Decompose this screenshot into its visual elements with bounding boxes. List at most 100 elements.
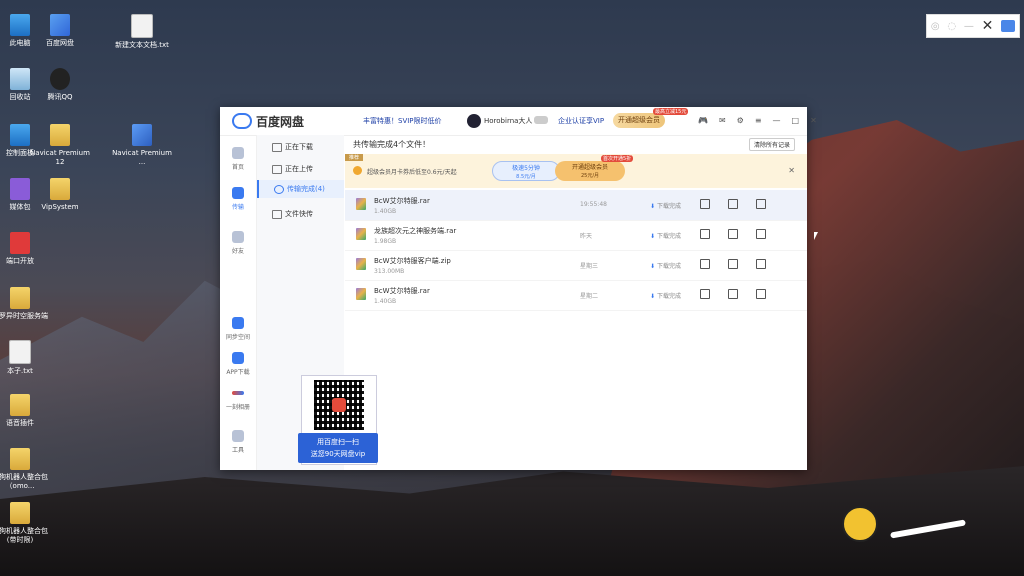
port-icon: [10, 232, 30, 254]
file-icon[interactable]: [700, 259, 710, 269]
record-icon[interactable]: [1001, 20, 1016, 32]
download-done-icon: ⬇: [650, 293, 656, 300]
folder-icon: [10, 502, 30, 524]
folder-icon: [10, 448, 30, 470]
folder-icon[interactable]: [728, 259, 738, 269]
vip-badge: [534, 116, 548, 124]
folder-icon[interactable]: [728, 229, 738, 239]
sidebar-item-home[interactable]: 首页: [220, 147, 256, 171]
grid-icon: [232, 430, 244, 442]
mouse-cursor: [814, 232, 818, 240]
archive-file-icon: [356, 198, 366, 210]
download-done-icon: ⬇: [650, 203, 656, 210]
window-controls: 🎮 ✉ ⚙ ≡ — □ ✕: [698, 116, 817, 125]
clear-records-button[interactable]: 清除所有记录: [748, 138, 795, 151]
qq-penguin-icon: [50, 68, 70, 90]
close-icon[interactable]: ✕: [788, 166, 795, 175]
desktop-icon-qq[interactable]: 腾讯QQ: [30, 68, 90, 102]
friends-icon: [232, 231, 244, 243]
promo-link[interactable]: 丰富特惠！SVIP限时低价: [363, 116, 442, 126]
cloud-logo-icon: [232, 113, 252, 129]
sidebar-item-app[interactable]: APP下载: [220, 352, 256, 376]
desktop-icon-server[interactable]: 斗罗异时空服务端: [0, 287, 50, 321]
minimize-icon[interactable]: —: [964, 21, 974, 32]
folder-icon: [50, 124, 70, 146]
enterprise-link[interactable]: 企业认证享VIP: [558, 116, 604, 126]
desktop-icon-vipsystem[interactable]: VipSystem: [30, 178, 90, 212]
cloud-icon: [232, 147, 244, 159]
transfer-nav: 正在下载 正在上传 传输完成(4) 文件快传 用百度扫一扫 送您90天网盘vip: [257, 135, 378, 470]
desktop-icon-port[interactable]: 端口开放: [0, 232, 50, 266]
sidebar-item-album[interactable]: 一刻相册: [220, 387, 256, 411]
text-file-icon: [131, 14, 153, 38]
baidu-logo-icon: [332, 398, 346, 412]
desktop-icon-baidu[interactable]: 百度网盘: [30, 14, 90, 48]
desktop-icon-navicat-folder[interactable]: Navicat Premium 12: [30, 124, 90, 167]
maximize-icon[interactable]: □: [792, 116, 800, 125]
trash-icon[interactable]: [756, 259, 766, 269]
trash-icon[interactable]: [756, 289, 766, 299]
promo-svip-button[interactable]: 开通超级会员 25元/月: [555, 161, 625, 181]
desktop-icon-navicat[interactable]: Navicat Premium ...: [112, 124, 172, 167]
floating-toolbar: ◎ ◌ — ✕: [926, 14, 1020, 38]
trash-icon[interactable]: [756, 229, 766, 239]
sync-icon: [232, 317, 244, 329]
username[interactable]: Horobirna大人: [484, 116, 532, 126]
folder-icon: [10, 287, 30, 309]
emoji-sticker-icon: [842, 506, 878, 542]
mail-icon[interactable]: ✉: [719, 116, 726, 125]
settings-icon[interactable]: ◎: [931, 21, 940, 32]
phone-icon: [232, 352, 244, 364]
promo-hot-badge: 首次开通5折: [601, 155, 634, 162]
check-icon: [274, 185, 284, 194]
promo-speed-button[interactable]: 极速5分钟 8.5元/月: [492, 161, 560, 181]
nav-completed[interactable]: 传输完成(4): [257, 180, 344, 198]
table-row[interactable]: BcW艾尔特服.rar 1.40GB 星期二 ⬇ 下载完成: [345, 280, 807, 311]
table-row[interactable]: BcW艾尔特服客户端.zip 313.00MB 星期三 ⬇ 下载完成: [345, 250, 807, 281]
desktop-icon-robot2[interactable]: 二狗机器人整合包(带时限): [0, 502, 50, 545]
menu-icon[interactable]: ≡: [755, 116, 762, 125]
sidebar-item-transfer[interactable]: 传输: [220, 187, 256, 211]
close-icon[interactable]: ✕: [982, 18, 994, 34]
file-icon[interactable]: [700, 199, 710, 209]
archive-file-icon: [356, 288, 366, 300]
folder-icon[interactable]: [728, 199, 738, 209]
left-sidebar: 首页 传输 好友 同步空间 APP下载 一刻相册 工具: [220, 135, 257, 470]
sidebar-item-tools[interactable]: 工具: [220, 430, 256, 454]
media-icon: [10, 178, 30, 200]
computer-icon: [10, 14, 30, 36]
control-panel-icon: [10, 124, 30, 146]
sidebar-item-sync[interactable]: 同步空间: [220, 317, 256, 341]
sidebar-item-friends[interactable]: 好友: [220, 231, 256, 255]
desktop-icon-voice[interactable]: 语音插件: [0, 394, 50, 428]
close-icon[interactable]: ✕: [810, 116, 817, 125]
download-done-icon: ⬇: [650, 263, 656, 270]
open-vip-button[interactable]: 开通超级会员: [613, 113, 665, 128]
quick-transfer-icon: [272, 210, 282, 219]
desktop-icon-newtxt[interactable]: 新建文本文档.txt: [112, 14, 172, 50]
nav-downloading[interactable]: 正在下载: [257, 138, 344, 156]
table-row[interactable]: BcW艾尔特服.rar 1.40GB 19:55:48 ⬇ 下载完成: [345, 190, 807, 221]
file-icon[interactable]: [700, 289, 710, 299]
gear-icon[interactable]: ⚙: [737, 116, 744, 125]
coin-icon: [353, 166, 362, 175]
folder-icon: [10, 394, 30, 416]
game-icon[interactable]: 🎮: [698, 116, 708, 125]
file-icon[interactable]: [700, 229, 710, 239]
nav-quick-transfer[interactable]: 文件快传: [257, 205, 344, 223]
trash-icon[interactable]: [756, 199, 766, 209]
recycle-bin-icon: [10, 68, 30, 90]
upload-icon: [272, 165, 282, 174]
table-row[interactable]: 龙族超次元之神服务端.rar 1.98GB 昨天 ⬇ 下载完成: [345, 220, 807, 251]
page-title: 共传输完成4个文件！: [353, 140, 431, 149]
archive-file-icon: [356, 258, 366, 270]
nav-uploading[interactable]: 正在上传: [257, 160, 344, 178]
mute-icon[interactable]: ◌: [947, 21, 956, 32]
minimize-icon[interactable]: —: [773, 116, 781, 125]
desktop-icon-notebook[interactable]: 本子.txt: [0, 340, 50, 376]
baidu-netdisk-window: 百度网盘 丰富特惠！SVIP限时低价 Horobirna大人 企业认证享VIP …: [220, 107, 817, 470]
promo-banner: 推荐 超级会员月卡券后低至0.6元/天起 极速5分钟 8.5元/月 开通超级会员 2…: [345, 154, 807, 188]
desktop-icon-robot1[interactable]: 二狗机器人整合包（omo...: [0, 448, 50, 491]
folder-icon[interactable]: [728, 289, 738, 299]
avatar[interactable]: [467, 114, 481, 128]
